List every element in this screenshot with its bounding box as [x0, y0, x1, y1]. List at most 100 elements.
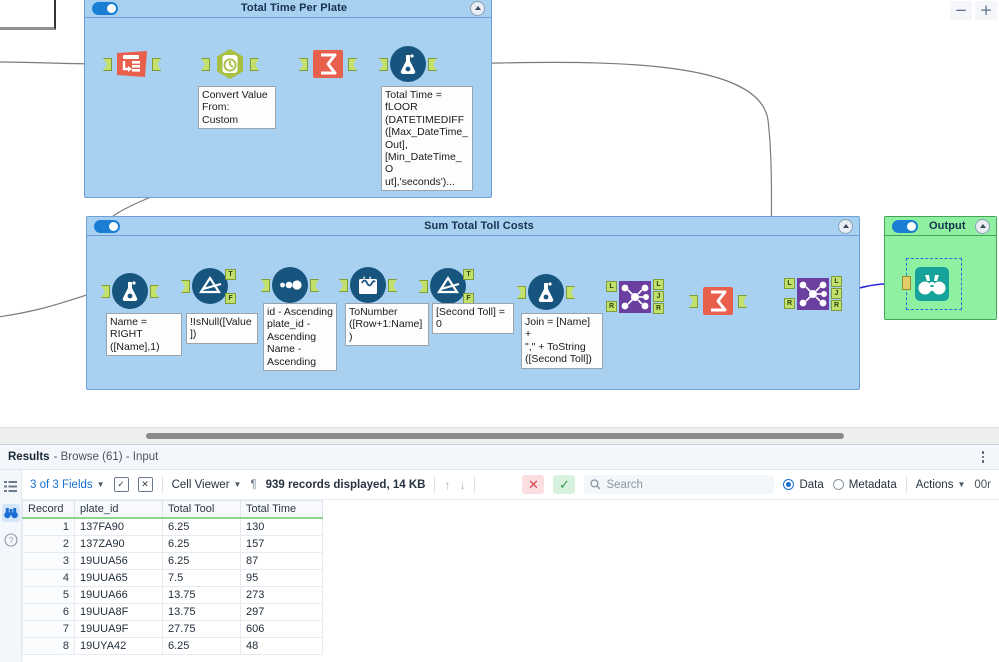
deselect-fields-button[interactable]: ✕	[137, 477, 153, 492]
pilcrow-icon[interactable]: ¶	[250, 479, 256, 491]
alteryx-window: − + Total Time Per Plate Convert Value F…	[0, 0, 999, 662]
tool-filter-2[interactable]: T F	[419, 268, 474, 304]
annotation-second-toll: [Second Toll] = 0	[432, 303, 514, 334]
canvas-horizontal-scrollbar[interactable]	[0, 427, 999, 444]
filter-true-port[interactable]: T	[463, 269, 474, 280]
annotation-convert-value: Convert Value From: Custom	[198, 86, 276, 130]
container-toggle[interactable]	[892, 219, 918, 233]
table-row: 2 137ZA90 6.25 157	[22, 535, 323, 553]
actions-label: Actions	[915, 478, 954, 491]
actions-menu[interactable]: Actions ▼	[916, 479, 966, 491]
join-left-output-port[interactable]: L	[831, 276, 842, 287]
results-toolbar: 3 of 3 Fields ▼ ✓ ✕ Cell Viewer ▼ ¶ 939 …	[22, 470, 999, 500]
browse-icon[interactable]	[1, 504, 20, 522]
tool-join[interactable]: L R L J R	[606, 279, 664, 314]
tool-input-data[interactable]	[103, 46, 161, 82]
tool-multi-row-formula[interactable]	[339, 267, 397, 303]
annotation-is-not-null: !IsNull([Value])	[186, 313, 258, 344]
zoom-controls: − +	[950, 1, 997, 20]
container-header: Output	[885, 217, 996, 236]
column-header-total-time[interactable]: Total Time	[240, 500, 323, 519]
container-title: Output	[929, 220, 966, 232]
data-radio-icon[interactable]	[783, 479, 795, 490]
workflow-canvas[interactable]: − + Total Time Per Plate Convert Value F…	[0, 0, 999, 444]
container-header: Sum Total Toll Costs	[87, 217, 859, 236]
results-title: Results	[8, 451, 50, 463]
more-options-icon[interactable]	[976, 449, 990, 465]
container-toggle[interactable]	[92, 1, 118, 15]
join-right-input-port[interactable]: R	[606, 301, 617, 312]
help-icon[interactable]: ?	[2, 531, 20, 549]
container-toggle[interactable]	[94, 219, 120, 233]
join-left-output-port[interactable]: L	[653, 279, 664, 290]
tool-formula-2[interactable]	[101, 273, 159, 309]
search-input[interactable]: Search	[584, 475, 775, 494]
results-table: Record plate_id Total Tool Total Time 1 …	[22, 500, 323, 655]
column-header-plate-id[interactable]: plate_id	[74, 500, 163, 519]
cell-viewer-selector[interactable]: Cell Viewer ▼	[172, 479, 242, 491]
metadata-radio-icon[interactable]	[832, 479, 844, 490]
metadata-radio-option[interactable]: Metadata	[832, 479, 897, 491]
cell-plate-id: 19UUA66	[74, 586, 163, 604]
zoom-out-button[interactable]: −	[950, 1, 972, 20]
join-icon	[796, 277, 830, 311]
data-radio-option[interactable]: Data	[783, 479, 824, 491]
tool-browse[interactable]	[902, 264, 952, 304]
cell-total-time: 130	[240, 517, 323, 536]
accept-button[interactable]: ✓	[553, 475, 576, 494]
truncated-label: 00r	[974, 478, 991, 491]
join-right-input-port[interactable]: R	[784, 298, 795, 309]
join-join-output-port[interactable]: J	[653, 291, 664, 302]
table-row: 8 19UYA42 6.25 48	[22, 637, 323, 655]
scroll-down-button[interactable]: ↓	[459, 478, 465, 492]
chevron-down-icon: ▼	[233, 480, 242, 489]
input-port[interactable]	[902, 276, 911, 290]
tool-summarize-2[interactable]	[689, 283, 747, 319]
scrollbar-thumb[interactable]	[146, 433, 844, 439]
column-header-total-tool[interactable]: Total Tool	[162, 500, 241, 519]
join-join-output-port[interactable]: J	[831, 288, 842, 299]
table-row: 1 137FA90 6.25 130	[22, 517, 323, 536]
filter-false-port[interactable]: F	[225, 293, 236, 304]
cell-record: 3	[22, 552, 75, 570]
tool-join-2[interactable]: L R L J R	[784, 276, 842, 311]
reject-button[interactable]: ✕	[522, 475, 545, 494]
collapse-button[interactable]	[975, 218, 990, 234]
toolbar-divider	[905, 476, 907, 493]
select-all-fields-button[interactable]: ✓	[113, 477, 129, 492]
cell-total-time: 87	[240, 552, 323, 570]
join-left-input-port[interactable]: L	[784, 278, 795, 289]
cell-record: 8	[22, 637, 75, 655]
container-title: Total Time Per Plate	[240, 2, 348, 14]
sort-icon	[272, 267, 308, 303]
results-header: Results - Browse (61) - Input	[0, 445, 999, 470]
cell-total-tool: 6.25	[162, 517, 241, 536]
join-right-output-port[interactable]: R	[831, 300, 842, 311]
cell-total-tool: 13.75	[162, 586, 241, 604]
tool-filter[interactable]: T F	[181, 268, 236, 304]
list-view-icon[interactable]	[2, 477, 20, 495]
column-header-record[interactable]: Record	[22, 500, 75, 519]
tool-summarize[interactable]	[299, 46, 357, 82]
cell-total-tool: 13.75	[162, 603, 241, 621]
tool-sort[interactable]	[261, 267, 319, 303]
tool-formula[interactable]	[379, 46, 437, 82]
join-left-input-port[interactable]: L	[606, 281, 617, 292]
cell-viewer-label: Cell Viewer	[171, 478, 230, 491]
tool-formula-3[interactable]	[517, 274, 575, 310]
tool-datetime[interactable]	[201, 46, 259, 82]
results-table-container[interactable]: Record plate_id Total Tool Total Time 1 …	[22, 500, 999, 662]
collapse-button[interactable]	[470, 0, 485, 16]
flask-icon	[390, 46, 426, 82]
join-right-output-port[interactable]: R	[653, 303, 664, 314]
cell-record: 7	[22, 620, 75, 638]
zoom-in-button[interactable]: +	[975, 1, 997, 20]
cell-plate-id: 19UUA56	[74, 552, 163, 570]
scroll-up-button[interactable]: ↑	[444, 478, 450, 492]
cell-plate-id: 19UYA42	[74, 637, 163, 655]
table-row: 6 19UUA8F 13.75 297	[22, 603, 323, 621]
filter-true-port[interactable]: T	[225, 269, 236, 280]
cell-total-time: 273	[240, 586, 323, 604]
fields-selector[interactable]: 3 of 3 Fields ▼	[30, 479, 105, 491]
collapse-button[interactable]	[838, 218, 853, 234]
